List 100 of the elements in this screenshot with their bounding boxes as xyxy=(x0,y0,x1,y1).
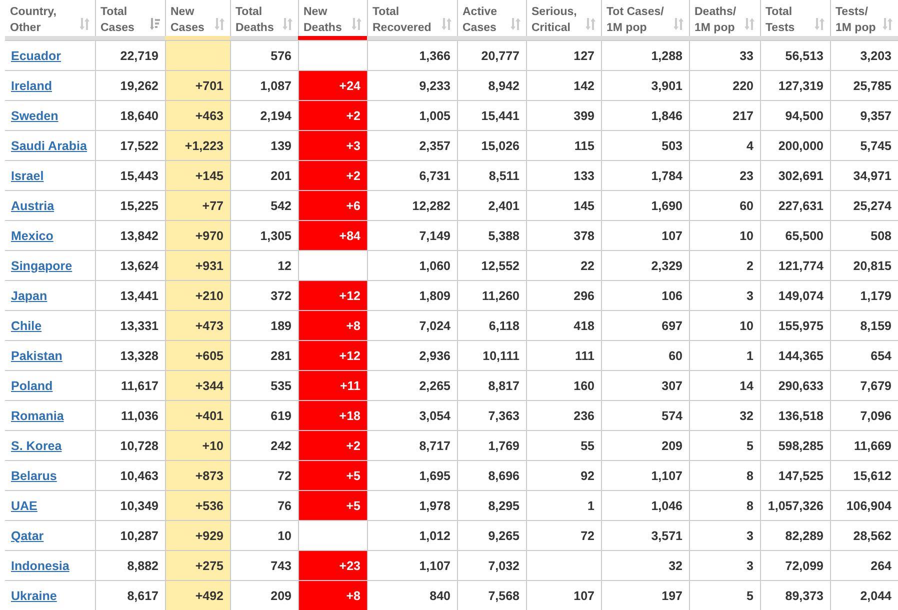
table-cell: 1,769 xyxy=(457,430,526,460)
table-cell: 5 xyxy=(689,580,760,610)
table-cell: 2,044 xyxy=(830,580,898,610)
sort-icon[interactable] xyxy=(442,18,452,30)
sort-icon[interactable] xyxy=(282,18,292,30)
table-cell: 23 xyxy=(689,160,760,190)
sort-icon[interactable] xyxy=(883,18,893,30)
table-cell: 6,731 xyxy=(367,160,457,190)
column-label: New Cases xyxy=(170,5,204,36)
new-deaths-cell: +2 xyxy=(298,160,367,190)
table-cell: 139 xyxy=(230,130,298,160)
sort-icon[interactable] xyxy=(510,18,520,30)
new-cases-cell: +970 xyxy=(165,220,230,250)
table-cell: 3,901 xyxy=(601,70,689,100)
table-cell: 92 xyxy=(526,460,601,490)
new-cases-cell: +473 xyxy=(165,310,230,340)
table-cell: 7,363 xyxy=(457,400,526,430)
column-label: Deaths/ 1M pop xyxy=(694,5,736,36)
table-cell: 217 xyxy=(689,100,760,130)
table-cell: 3 xyxy=(689,280,760,310)
column-label: Tests/ 1M pop xyxy=(836,5,876,36)
new-deaths-cell: +24 xyxy=(298,70,367,100)
table-cell: 13,331 xyxy=(95,310,165,340)
sort-icon[interactable] xyxy=(586,18,596,30)
table-cell: 296 xyxy=(526,280,601,310)
sort-icon[interactable] xyxy=(214,18,224,30)
table-cell: 133 xyxy=(526,160,601,190)
country-link[interactable]: Qatar xyxy=(11,528,44,542)
table-cell: 264 xyxy=(830,550,898,580)
sort-icon[interactable] xyxy=(814,18,824,30)
table-cell: 10,349 xyxy=(95,490,165,520)
table-cell: 1,695 xyxy=(367,460,457,490)
table-cell: 189 xyxy=(230,310,298,340)
table-cell: 15,026 xyxy=(457,130,526,160)
table-cell: 1,305 xyxy=(230,220,298,250)
column-label: Total Deaths xyxy=(236,5,274,36)
table-cell: 302,691 xyxy=(760,160,830,190)
table-cell: 8,817 xyxy=(457,370,526,400)
new-cases-cell: +701 xyxy=(165,70,230,100)
table-cell: 2,329 xyxy=(601,250,689,280)
table-cell: 8,882 xyxy=(95,550,165,580)
table-cell: 72,099 xyxy=(760,550,830,580)
sort-icon[interactable] xyxy=(352,18,362,30)
column-header[interactable]: Country, Other xyxy=(5,0,95,36)
new-deaths-cell xyxy=(298,520,367,550)
sort-icon[interactable] xyxy=(150,18,160,30)
table-cell: 1,179 xyxy=(830,280,898,310)
table-cell: 10,287 xyxy=(95,520,165,550)
new-cases-cell: +492 xyxy=(165,580,230,610)
table-cell: 2,265 xyxy=(367,370,457,400)
table-cell: 1,978 xyxy=(367,490,457,520)
table-cell: 9,265 xyxy=(457,520,526,550)
table-cell: 18,640 xyxy=(95,100,165,130)
table-cell: 200,000 xyxy=(760,130,830,160)
table-cell: 94,500 xyxy=(760,100,830,130)
table-cell: 418 xyxy=(526,310,601,340)
table-cell: 11,617 xyxy=(95,370,165,400)
country-link[interactable]: Israel xyxy=(11,168,44,182)
new-cases-cell: +401 xyxy=(165,400,230,430)
table-cell: 209 xyxy=(601,430,689,460)
country-link[interactable]: Chile xyxy=(11,318,42,332)
new-cases-cell: +931 xyxy=(165,250,230,280)
table-cell: 13,328 xyxy=(95,340,165,370)
table-cell: 145 xyxy=(526,190,601,220)
table-cell: 106 xyxy=(601,280,689,310)
table-cell: 82,289 xyxy=(760,520,830,550)
sort-icon[interactable] xyxy=(80,18,90,30)
table-cell: 107 xyxy=(526,580,601,610)
table-cell: 8,295 xyxy=(457,490,526,520)
column-label: Serious, Critical xyxy=(532,5,577,36)
sort-icon[interactable] xyxy=(744,18,754,30)
table-cell: 3,203 xyxy=(830,40,898,70)
new-deaths-cell xyxy=(298,250,367,280)
table-cell: 15,225 xyxy=(95,190,165,220)
table-cell: 11,260 xyxy=(457,280,526,310)
sort-icon[interactable] xyxy=(674,18,684,30)
table-cell: 60 xyxy=(601,340,689,370)
table-cell: 840 xyxy=(367,580,457,610)
new-cases-cell: +463 xyxy=(165,100,230,130)
table-cell: 12,552 xyxy=(457,250,526,280)
table-cell: 7,149 xyxy=(367,220,457,250)
table-cell: 11,036 xyxy=(95,400,165,430)
table-cell: 142 xyxy=(526,70,601,100)
table-cell: 160 xyxy=(526,370,601,400)
table-cell: 372 xyxy=(230,280,298,310)
new-deaths-cell: +2 xyxy=(298,100,367,130)
table-cell: 1,087 xyxy=(230,70,298,100)
table-cell: 2,357 xyxy=(367,130,457,160)
country-link[interactable]: UAE xyxy=(11,498,38,512)
table-cell: 2 xyxy=(689,250,760,280)
table-cell: 22,719 xyxy=(95,40,165,70)
table-cell: 10 xyxy=(689,310,760,340)
table-cell: 12 xyxy=(230,250,298,280)
new-cases-cell: +210 xyxy=(165,280,230,310)
table-cell: 1 xyxy=(526,490,601,520)
new-deaths-cell: +18 xyxy=(298,400,367,430)
country-link[interactable]: Japan xyxy=(11,288,48,302)
table-cell: 197 xyxy=(601,580,689,610)
table-cell: 2,936 xyxy=(367,340,457,370)
table-cell: 8,942 xyxy=(457,70,526,100)
